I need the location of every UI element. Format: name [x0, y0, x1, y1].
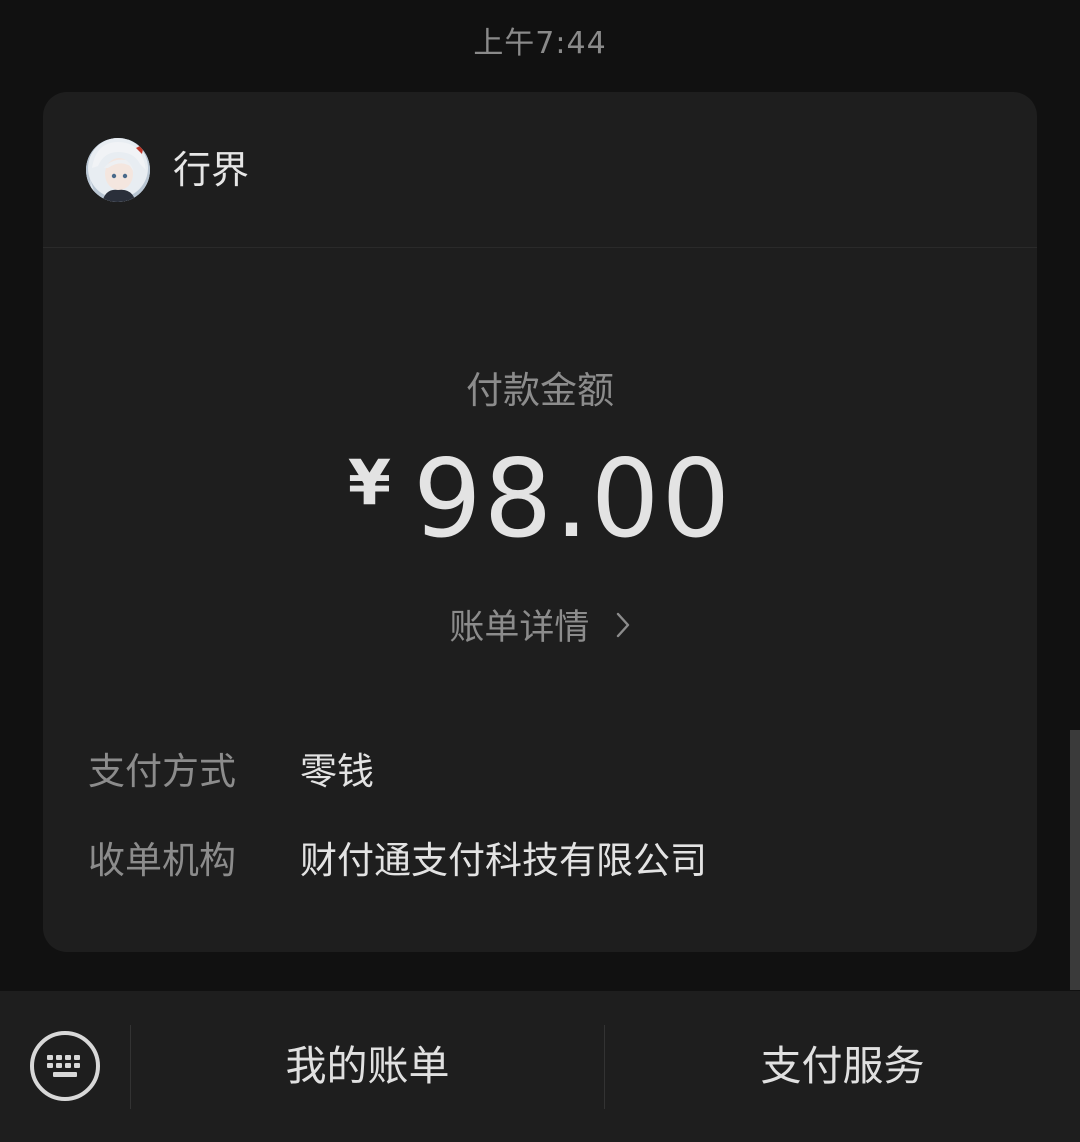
merchant-avatar[interactable] — [86, 138, 150, 202]
scrollbar[interactable] — [1070, 730, 1080, 990]
acquirer-label: 收单机构 — [88, 839, 236, 882]
amount-display: ¥98.00 — [43, 437, 1037, 562]
bill-detail-label: 账单详情 — [449, 608, 590, 648]
payment-card[interactable]: 行界 付款金额 ¥98.00 账单详情 支付方式 零钱 收单机构 财付通支付科技有限… — [43, 92, 1037, 952]
keyboard-toggle-button[interactable] — [0, 991, 130, 1142]
payment-notification-page: 上午7:44 行界 付款金额 ¥98.00 账单详情 支付方式 零钱 收单机构 … — [0, 0, 1080, 1142]
card-header[interactable]: 行界 — [43, 92, 1037, 248]
acquirer-row: 收单机构 财付通支付科技有限公司 — [88, 836, 707, 886]
bill-detail-link[interactable]: 账单详情 — [43, 599, 1037, 650]
keyboard-icon — [30, 1031, 100, 1101]
menu-item-payment-services[interactable]: 支付服务 — [605, 991, 1080, 1142]
menu-item-my-bills[interactable]: 我的账单 — [131, 991, 604, 1142]
merchant-name[interactable]: 行界 — [173, 145, 249, 195]
chevron-right-icon — [615, 609, 631, 649]
message-timestamp: 上午7:44 — [473, 26, 607, 61]
payment-amount: 98.00 — [412, 437, 733, 562]
amount-label: 付款金额 — [466, 369, 614, 412]
currency-symbol: ¥ — [347, 446, 391, 519]
anime-avatar-icon — [86, 138, 150, 202]
payment-method-row: 支付方式 零钱 — [88, 747, 374, 797]
acquirer-value: 财付通支付科技有限公司 — [300, 839, 707, 882]
bottom-menu-bar: 我的账单 支付服务 — [0, 991, 1080, 1142]
payment-method-value: 零钱 — [300, 750, 374, 793]
payment-method-label: 支付方式 — [88, 750, 236, 793]
